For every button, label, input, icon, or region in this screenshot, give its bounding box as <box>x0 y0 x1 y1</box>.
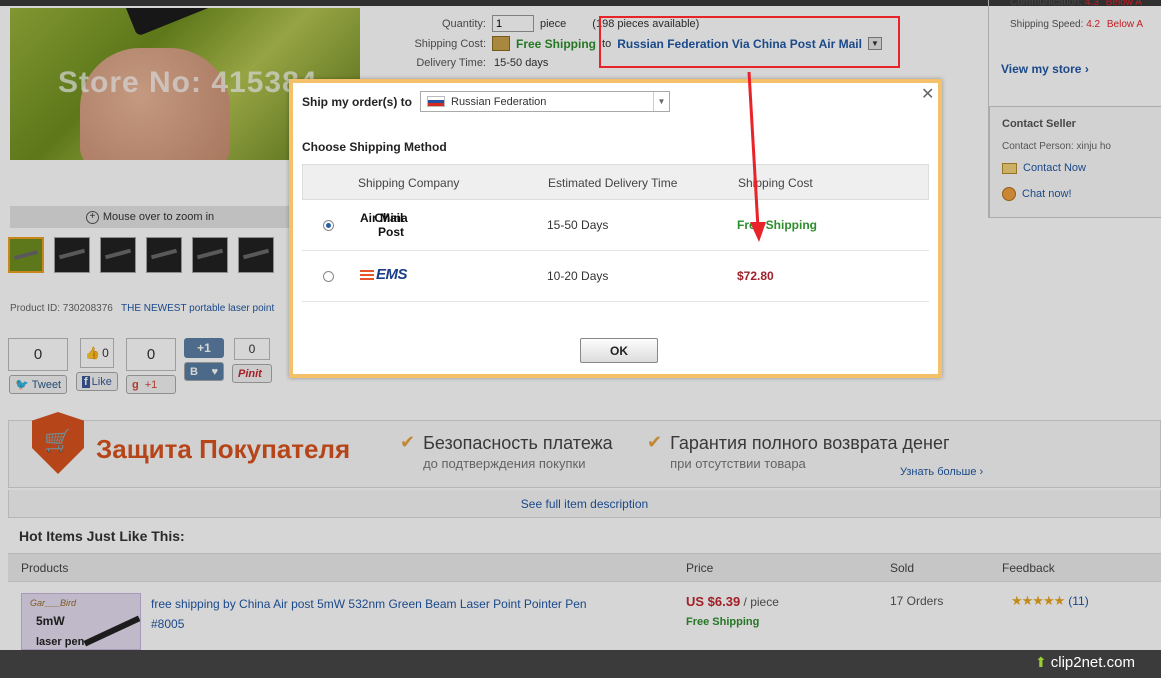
col-cost: Shipping Cost <box>738 176 813 190</box>
ok-button[interactable]: OK <box>580 338 658 363</box>
ship-to-label: Ship my order(s) to <box>302 95 413 109</box>
clip2net-logo: ⬆ clip2net.com <box>1035 654 1135 671</box>
ems-time: 10-20 Days <box>547 269 609 283</box>
shipping-row-ems[interactable]: EMS 10-20 Days $72.80 <box>302 251 929 302</box>
china-post-cost: Free Shipping <box>737 218 818 232</box>
radio-ems[interactable] <box>323 271 334 282</box>
ems-lines-icon <box>360 270 374 281</box>
country-select[interactable]: Russian Federation ▼ <box>420 91 670 112</box>
ems-cost: $72.80 <box>737 269 774 283</box>
shipping-methods-table: Shipping Company Estimated Delivery Time… <box>302 164 929 302</box>
shipping-modal: Ship my order(s) to Russian Federation ▼… <box>289 79 942 378</box>
china-post-time: 15-50 Days <box>547 218 609 232</box>
annotation-box <box>599 16 900 68</box>
shipping-table-header: Shipping Company Estimated Delivery Time… <box>302 164 929 200</box>
russia-flag-icon <box>427 96 445 107</box>
choose-shipping-title: Choose Shipping Method <box>302 140 447 154</box>
col-delivery-time: Estimated Delivery Time <box>548 176 678 190</box>
shipping-row-china-post[interactable]: China Post Air Mail 15-50 Days Free Ship… <box>302 200 929 251</box>
ems-logo: EMS <box>360 266 408 283</box>
radio-china-post[interactable] <box>323 220 334 231</box>
close-icon[interactable]: ✕ <box>921 87 934 103</box>
col-company: Shipping Company <box>358 176 460 190</box>
chevron-down-icon: ▼ <box>653 92 669 111</box>
bottom-bar <box>0 650 1161 678</box>
upload-arrow-icon: ⬆ <box>1035 654 1047 670</box>
